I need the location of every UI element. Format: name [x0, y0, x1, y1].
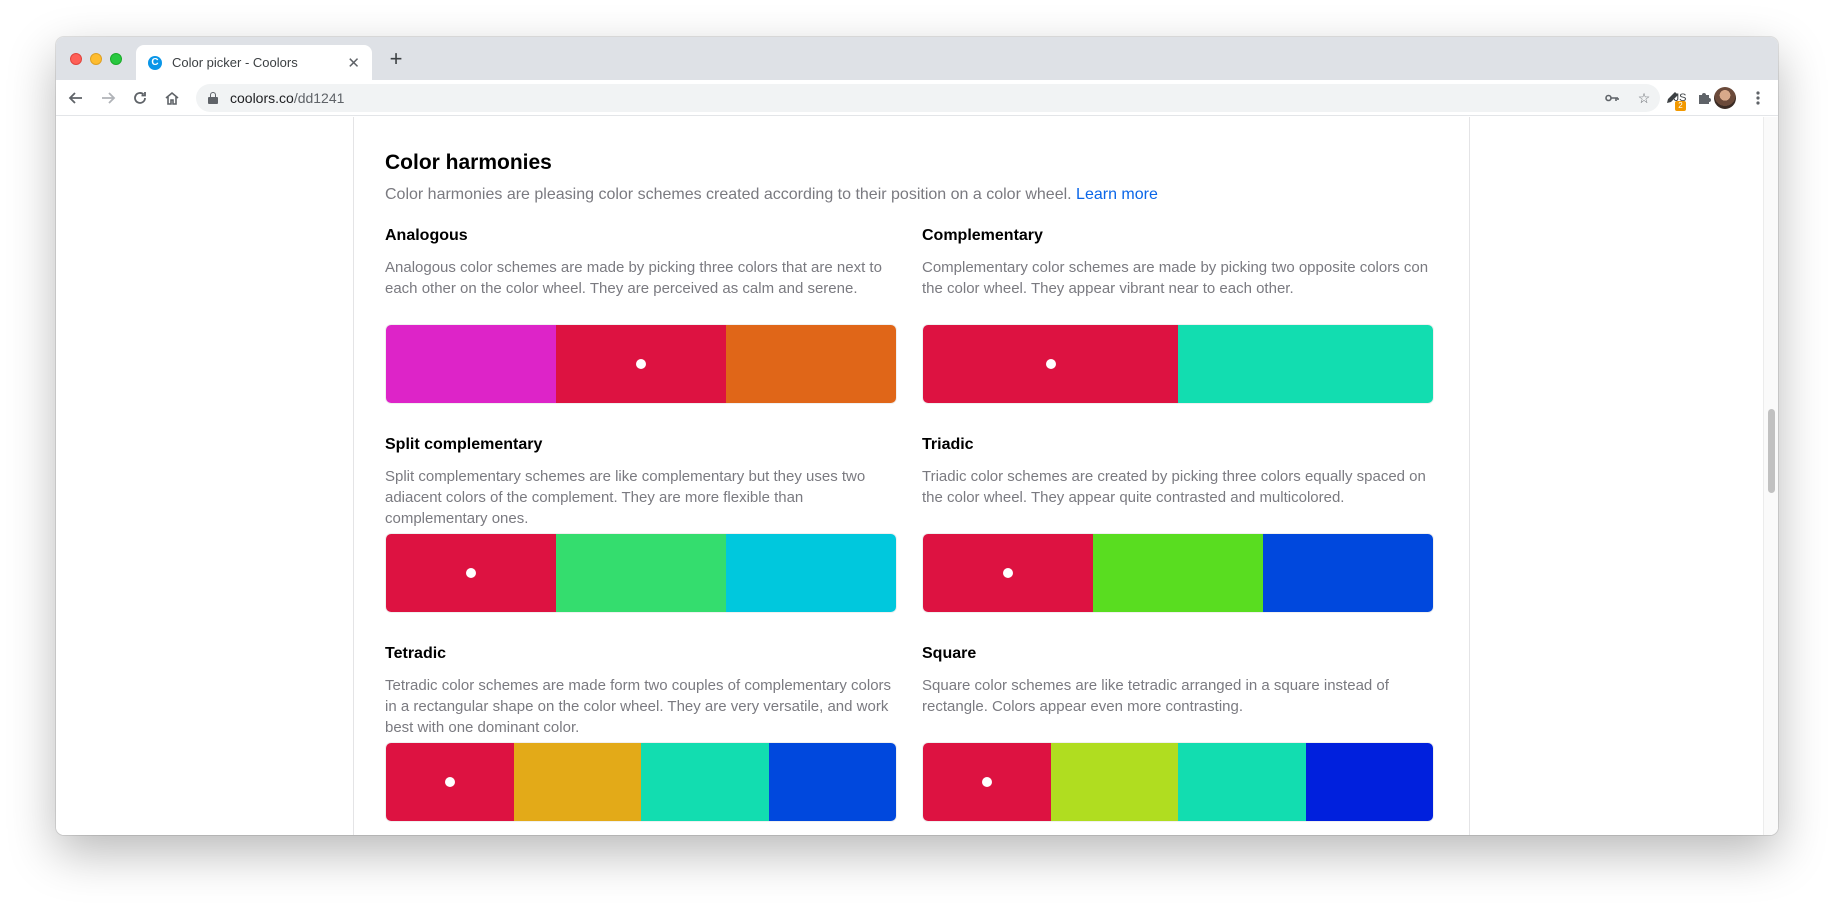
bookmark-star-icon[interactable]: ☆ — [1628, 90, 1660, 107]
coolors-favicon-icon: C — [148, 55, 162, 70]
tab-coolors[interactable]: C Color picker - Coolors ✕ — [136, 45, 372, 80]
harmony-title: Analogous — [385, 227, 468, 244]
harmony-split-complementary: Split complementary Split complementary … — [385, 436, 897, 613]
harmony-analogous: Analogous Analogous color schemes are ma… — [385, 227, 897, 404]
lock-icon — [208, 92, 218, 104]
color-swatch[interactable] — [556, 325, 726, 403]
harmony-description: Square color schemes are like tetradic a… — [922, 677, 1389, 715]
color-swatch[interactable] — [923, 534, 1093, 612]
harmony-title: Complementary — [922, 227, 1043, 244]
browser-window: C Color picker - Coolors ✕ + coolors.co … — [56, 37, 1778, 835]
selected-color-dot — [444, 777, 455, 787]
selected-color-dot — [1045, 359, 1056, 369]
puzzle-extensions-icon[interactable] — [1692, 86, 1716, 110]
harmony-title: Triadic — [922, 436, 974, 453]
color-swatch[interactable] — [1178, 743, 1306, 821]
harmony-description: Complementary color schemes are made by … — [922, 259, 1429, 297]
color-swatch[interactable] — [1050, 743, 1178, 821]
edit-extension-icon[interactable]: 2 — [1660, 86, 1686, 111]
address-bar[interactable]: coolors.co /dd1241 ☆ — [196, 84, 1660, 112]
color-swatch[interactable] — [1178, 325, 1433, 403]
color-swatch[interactable] — [923, 325, 1178, 403]
extension-badge: 2 — [1675, 101, 1686, 111]
menu-kebab-icon[interactable] — [1746, 86, 1770, 110]
color-swatch[interactable] — [386, 534, 556, 612]
color-swatch[interactable] — [768, 743, 896, 821]
tab-title: Color picker - Coolors — [172, 55, 298, 70]
forward-arrow-icon[interactable] — [96, 86, 120, 110]
close-window-button[interactable] — [70, 53, 82, 65]
section-description-text: Color harmonies are pleasing color schem… — [385, 186, 1072, 203]
color-swatch[interactable] — [923, 743, 1051, 821]
selected-color-dot — [1003, 568, 1013, 578]
tab-close-icon[interactable]: ✕ — [347, 54, 360, 72]
harmony-description: Triadic color schemes are created by pic… — [922, 468, 1426, 506]
palette — [385, 742, 897, 822]
harmony-triadic: Triadic Triadic color schemes are create… — [922, 436, 1434, 613]
profile-avatar[interactable] — [1714, 87, 1736, 109]
harmony-title: Tetradic — [385, 645, 447, 662]
color-swatch[interactable] — [386, 325, 556, 403]
palette — [922, 324, 1434, 404]
scrollbar-thumb[interactable] — [1768, 409, 1775, 493]
color-swatch[interactable] — [386, 743, 514, 821]
url-path: /dd1241 — [293, 90, 345, 106]
harmony-title: Square — [922, 645, 977, 662]
color-swatch[interactable] — [1263, 534, 1433, 612]
harmony-complementary: Complementary Complementary color scheme… — [922, 227, 1434, 404]
color-swatch[interactable] — [556, 534, 726, 612]
palette — [385, 324, 897, 404]
learn-more-link[interactable]: Learn more — [1076, 186, 1158, 203]
back-arrow-icon[interactable] — [64, 86, 88, 110]
page-scrollbar[interactable] — [1763, 117, 1778, 835]
harmony-description: Split complementary schemes are like com… — [385, 468, 866, 527]
harmony-square: Square Square color schemes are like tet… — [922, 645, 1434, 822]
selected-color-dot — [466, 568, 476, 578]
palette — [922, 742, 1434, 822]
reload-icon[interactable] — [128, 86, 152, 110]
harmony-description: Tetradic color schemes are made form two… — [385, 677, 892, 736]
color-swatch[interactable] — [513, 743, 641, 821]
key-icon[interactable] — [1596, 90, 1628, 106]
palette — [922, 533, 1434, 613]
home-icon[interactable] — [160, 86, 184, 110]
maximize-window-button[interactable] — [110, 53, 122, 65]
browser-toolbar: coolors.co /dd1241 ☆ JS 2 — [56, 80, 1778, 116]
harmony-tetradic: Tetradic Tetradic color schemes are made… — [385, 645, 897, 822]
new-tab-button[interactable]: + — [384, 48, 408, 72]
minimize-window-button[interactable] — [90, 53, 102, 65]
section-title: Color harmonies — [385, 151, 552, 174]
color-swatch[interactable] — [1305, 743, 1433, 821]
section-description: Color harmonies are pleasing color schem… — [385, 186, 1158, 204]
color-swatch[interactable] — [1093, 534, 1263, 612]
color-swatch[interactable] — [726, 325, 896, 403]
selected-color-dot — [636, 359, 646, 369]
color-swatch[interactable] — [726, 534, 896, 612]
harmony-title: Split complementary — [385, 436, 543, 453]
tab-strip: C Color picker - Coolors ✕ + — [56, 37, 1778, 80]
page-viewport: Color harmonies Color harmonies are plea… — [56, 117, 1778, 835]
palette — [385, 533, 897, 613]
color-swatch[interactable] — [641, 743, 769, 821]
url-host: coolors.co — [230, 90, 294, 106]
harmony-description: Analogous color schemes are made by pick… — [385, 259, 882, 297]
selected-color-dot — [981, 777, 992, 787]
